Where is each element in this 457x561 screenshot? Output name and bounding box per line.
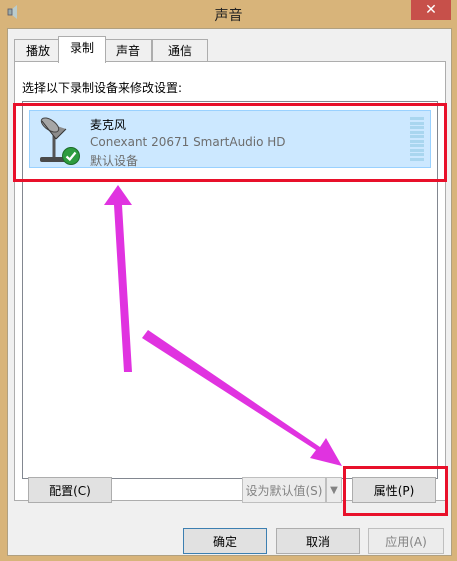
tab-recording[interactable]: 录制	[58, 36, 106, 63]
device-list[interactable]: 麦克风 Conexant 20671 SmartAudio HD 默认设备	[22, 101, 438, 479]
level-meter	[410, 117, 424, 161]
close-icon: ✕	[425, 2, 437, 18]
device-status: 默认设备	[90, 154, 139, 168]
sound-dialog-window: 声音 ✕ 播放 录制 声音 通信 选择以下录制设备来修改设置: 麦克风 Cone…	[0, 0, 457, 561]
window-title: 声音	[214, 8, 243, 24]
chevron-down-icon: ▼	[330, 485, 338, 496]
instruction-label: 选择以下录制设备来修改设置:	[22, 81, 183, 95]
list-item-microphone[interactable]: 麦克风 Conexant 20671 SmartAudio HD 默认设备	[29, 110, 431, 168]
dialog-client-area: 播放 录制 声音 通信 选择以下录制设备来修改设置: 麦克风 Conexant …	[7, 28, 452, 556]
device-name: 麦克风	[90, 118, 127, 132]
device-description: Conexant 20671 SmartAudio HD	[90, 135, 286, 149]
title-bar[interactable]: 声音 ✕	[0, 0, 457, 28]
set-default-button[interactable]: 设为默认值(S)	[242, 477, 326, 503]
close-button[interactable]: ✕	[411, 0, 451, 20]
configure-button[interactable]: 配置(C)	[28, 477, 112, 503]
green-check-icon	[62, 147, 80, 165]
cancel-button[interactable]: 取消	[276, 528, 360, 554]
tab-playback[interactable]: 播放	[14, 39, 62, 62]
set-default-dropdown[interactable]: ▼	[326, 477, 342, 503]
properties-button[interactable]: 属性(P)	[352, 477, 436, 503]
apply-button[interactable]: 应用(A)	[368, 528, 444, 554]
ok-button[interactable]: 确定	[183, 528, 267, 554]
tab-sounds[interactable]: 声音	[104, 39, 152, 62]
tab-communications[interactable]: 通信	[152, 39, 208, 62]
